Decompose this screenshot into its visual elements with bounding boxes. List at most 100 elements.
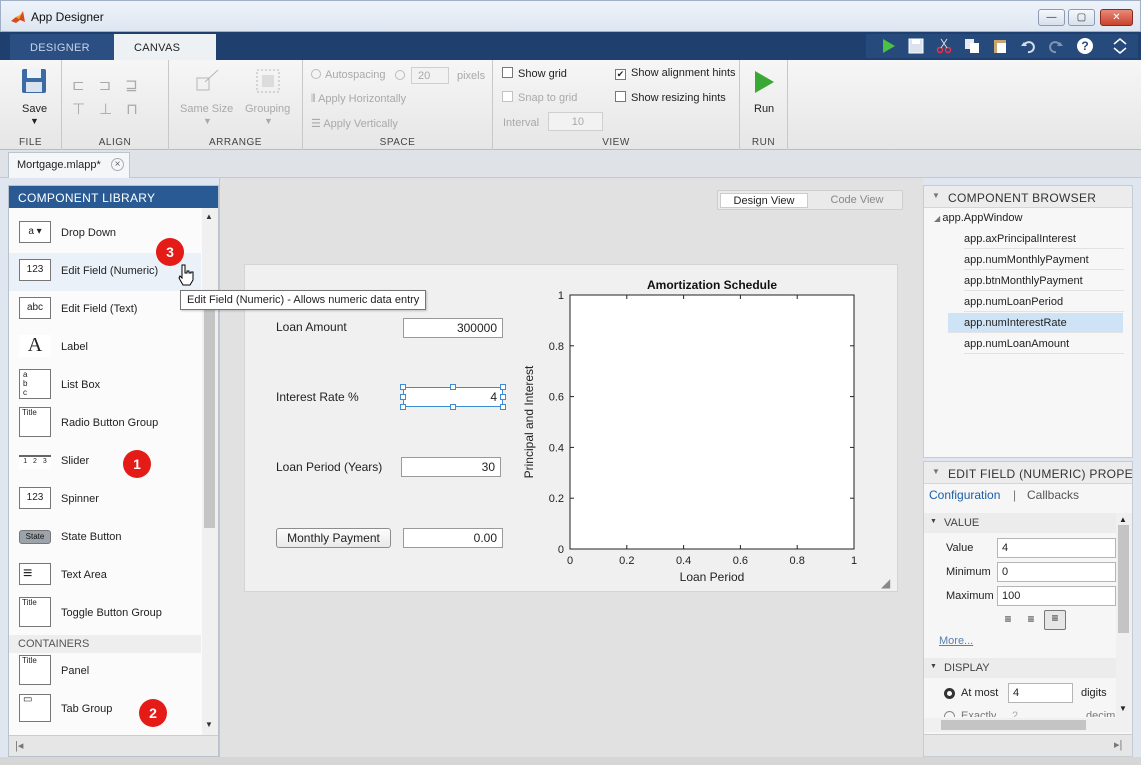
grouping-button[interactable]: Grouping: [245, 103, 290, 115]
tab-designer[interactable]: DESIGNER: [10, 34, 114, 60]
inspector-hscroll-thumb[interactable]: [941, 720, 1086, 730]
collapse-arrow-icon[interactable]: ▼: [932, 467, 940, 476]
loan-amount-field[interactable]: 300000: [403, 318, 503, 338]
scroll-up-arrow-icon[interactable]: ▲: [1119, 515, 1127, 524]
inspector-hscrollbar[interactable]: [924, 718, 1132, 732]
monthly-payment-button[interactable]: Monthly Payment: [276, 528, 391, 548]
grouping-icon[interactable]: [255, 68, 281, 94]
collapse-arrow-icon[interactable]: ▼: [932, 191, 940, 200]
resize-handle[interactable]: [400, 394, 406, 400]
grouping-dropdown-icon[interactable]: ▼: [264, 116, 273, 126]
value-group-header[interactable]: ▼ VALUE: [924, 513, 1116, 533]
close-window-button[interactable]: ✕: [1100, 9, 1133, 26]
close-tab-icon[interactable]: ×: [111, 158, 124, 171]
tab-canvas[interactable]: CANVAS: [114, 34, 216, 60]
collapse-right-icon[interactable]: ▸|: [1114, 738, 1122, 751]
show-resizing-hints-checkbox[interactable]: Show resizing hints: [615, 91, 726, 104]
loan-period-label[interactable]: Loan Period (Years): [276, 460, 382, 474]
tree-item-btnmonthlypayment[interactable]: app.btnMonthlyPayment: [964, 271, 1124, 291]
amortization-axes[interactable]: 0 0.2 0.4 0.6 0.8 1 0 0.2 0.4 0.6 0.8 1 Amortization…: [515, 273, 865, 591]
run-icon[interactable]: [880, 38, 896, 54]
value-field[interactable]: 4: [997, 538, 1116, 558]
tab-mortgage-mlapp[interactable]: Mortgage.mlapp* ×: [8, 152, 130, 178]
tree-item-numinterestrate-selected[interactable]: app.numInterestRate: [948, 313, 1123, 333]
align-horizontal-icons[interactable]: ⊏⊐⊒: [72, 76, 152, 94]
save-floppy-icon[interactable]: [21, 68, 47, 94]
library-item-radio-button-group[interactable]: Title Radio Button Group: [9, 405, 201, 443]
library-item-text-area[interactable]: ≡ Text Area: [9, 557, 201, 595]
save-icon[interactable]: [908, 38, 924, 54]
save-button[interactable]: Save: [22, 103, 47, 115]
more-link[interactable]: More...: [939, 635, 973, 647]
design-view-button[interactable]: Design View: [720, 193, 808, 208]
library-item-slider[interactable]: 1 2 3 Slider: [9, 443, 201, 481]
redo-icon[interactable]: [1048, 38, 1064, 54]
resize-handle[interactable]: [500, 394, 506, 400]
undo-icon[interactable]: [1020, 38, 1036, 54]
minimum-field[interactable]: 0: [997, 562, 1116, 582]
exactly-radio[interactable]: [944, 711, 955, 717]
align-left-icon[interactable]: ≡: [998, 612, 1018, 630]
resize-handle[interactable]: [450, 384, 456, 390]
tab-callbacks[interactable]: Callbacks: [1027, 488, 1079, 502]
tree-item-numloanperiod[interactable]: app.numLoanPeriod: [964, 292, 1124, 312]
show-grid-checkbox[interactable]: Show grid: [502, 67, 567, 80]
scroll-down-arrow-icon[interactable]: ▼: [1119, 704, 1127, 713]
loan-period-field[interactable]: 30: [401, 457, 501, 477]
run-button[interactable]: Run: [754, 103, 774, 115]
interest-rate-label[interactable]: Interest Rate %: [276, 390, 359, 404]
interval-spinner[interactable]: 10: [548, 112, 603, 131]
library-item-tab-group[interactable]: ▭ Tab Group: [9, 691, 201, 729]
tree-root-app-window[interactable]: ◢ app.AppWindow: [934, 212, 1022, 224]
library-scrollbar[interactable]: ▲ ▼: [202, 208, 218, 735]
custom-spacing-radio[interactable]: [395, 70, 405, 80]
resize-handle[interactable]: [500, 384, 506, 390]
maximize-button[interactable]: ▢: [1068, 9, 1095, 26]
canvas-resize-grip-icon[interactable]: ◢: [881, 576, 890, 590]
library-scroll-thumb[interactable]: [204, 308, 215, 528]
scroll-down-arrow-icon[interactable]: ▼: [205, 720, 213, 729]
resize-handle[interactable]: [400, 384, 406, 390]
tree-item-nummonthlypayment[interactable]: app.numMonthlyPayment: [964, 250, 1124, 270]
library-item-list-box[interactable]: a b c List Box: [9, 367, 201, 405]
library-item-state-button[interactable]: State State Button: [9, 519, 201, 557]
collapse-left-icon[interactable]: |◂: [15, 739, 23, 752]
minimize-button[interactable]: —: [1038, 9, 1065, 26]
spacing-value-field[interactable]: 20: [411, 67, 449, 84]
apply-horizontally-button[interactable]: ⫴ Apply Horizontally: [311, 93, 406, 106]
same-size-icon[interactable]: [195, 68, 221, 94]
run-large-icon[interactable]: [752, 69, 776, 95]
loan-amount-label[interactable]: Loan Amount: [276, 320, 347, 334]
resize-handle[interactable]: [500, 404, 506, 410]
apply-vertically-button[interactable]: ☰ Apply Vertically: [311, 117, 398, 130]
monthly-payment-field[interactable]: 0.00: [403, 528, 503, 548]
app-window-canvas[interactable]: Loan Amount 300000 Interest Rate % 4 Loa…: [244, 264, 898, 592]
code-view-button[interactable]: Code View: [814, 194, 900, 206]
resize-handle[interactable]: [400, 404, 406, 410]
inspector-scroll-thumb[interactable]: [1118, 525, 1129, 633]
autospacing-radio[interactable]: Autospacing: [311, 69, 386, 81]
at-most-radio[interactable]: [944, 688, 955, 699]
at-most-field[interactable]: 4: [1008, 683, 1073, 703]
expand-toolstrip-icon[interactable]: [1112, 38, 1128, 54]
library-item-label[interactable]: A Label: [9, 329, 201, 367]
save-dropdown-arrow-icon[interactable]: ▼: [30, 116, 39, 126]
library-item-panel[interactable]: Title Panel: [9, 653, 201, 691]
align-right-icon[interactable]: ≡: [1044, 610, 1066, 630]
library-item-spinner[interactable]: 123 Spinner: [9, 481, 201, 519]
scroll-up-arrow-icon[interactable]: ▲: [205, 212, 213, 221]
copy-icon[interactable]: [964, 38, 980, 54]
tab-configuration[interactable]: Configuration: [929, 488, 1000, 502]
paste-icon[interactable]: [992, 38, 1008, 54]
tree-item-numloanamount[interactable]: app.numLoanAmount: [964, 334, 1124, 354]
library-item-edit-field-text[interactable]: abc Edit Field (Text): [9, 291, 201, 329]
cut-icon[interactable]: [936, 38, 952, 54]
show-alignment-hints-checkbox[interactable]: ✔ Show alignment hints: [615, 67, 736, 80]
display-group-header[interactable]: ▼ DISPLAY: [924, 658, 1116, 678]
same-size-button[interactable]: Same Size: [180, 103, 233, 115]
maximum-field[interactable]: 100: [997, 586, 1116, 606]
align-vertical-icons[interactable]: ⊤⊥⊓: [72, 100, 152, 118]
library-item-toggle-button-group[interactable]: Title Toggle Button Group: [9, 595, 201, 633]
snap-to-grid-checkbox[interactable]: Snap to grid: [502, 91, 577, 104]
same-size-dropdown-icon[interactable]: ▼: [203, 116, 212, 126]
